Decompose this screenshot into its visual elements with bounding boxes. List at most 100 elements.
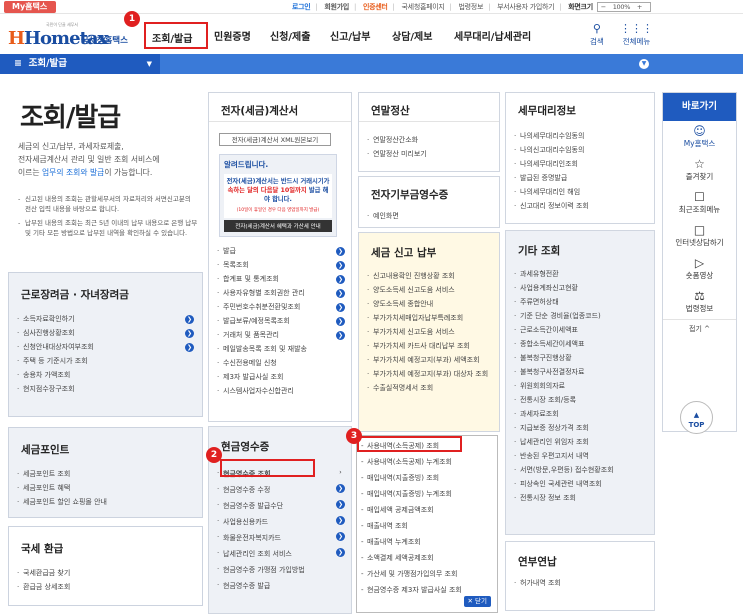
list-item[interactable]: 세금포인트 혜택 bbox=[9, 481, 202, 495]
fold-button[interactable]: 접기 ^ bbox=[663, 319, 736, 336]
list-item[interactable]: 불복청구사전결정자료 bbox=[506, 366, 654, 380]
list-item[interactable]: 양도소득세 신고도움 서비스 bbox=[359, 284, 499, 298]
penalty-guide-link[interactable]: 전자(세금)계산서 혜택과 가산세 안내 bbox=[224, 220, 332, 232]
list-item[interactable]: 근로소득간이세액표 bbox=[506, 324, 654, 338]
arrow-circle-icon[interactable]: ❯ bbox=[336, 275, 345, 284]
list-item[interactable]: 화물운전자복지카드❯ bbox=[209, 530, 351, 546]
quick-online-consult[interactable]: □ 인터넷상담하기 bbox=[663, 220, 736, 253]
list-item[interactable]: 주류면허상태 bbox=[506, 296, 654, 310]
all-menu-button[interactable]: ⋮⋮⋮ 전체메뉴 bbox=[620, 22, 653, 47]
list-item[interactable]: 과세자료조회 bbox=[506, 408, 654, 422]
list-item[interactable]: 부가가치세 신고도움 서비스 bbox=[359, 326, 499, 340]
submenu-item[interactable]: 매입내역(지출증빙) 조회 bbox=[357, 473, 497, 483]
list-item[interactable]: 사업용신용카드❯ bbox=[209, 514, 351, 530]
arrow-circle-icon[interactable]: ❯ bbox=[336, 516, 345, 525]
dept-user-signup-link[interactable]: 부서사용자 가입하기 bbox=[497, 3, 554, 11]
list-item[interactable]: 현금영수증 발급수단❯ bbox=[209, 498, 351, 514]
list-item[interactable]: 허가내역 조회 bbox=[506, 577, 654, 591]
quick-favorites[interactable]: ☆ 즐겨찾기 bbox=[663, 154, 736, 187]
arrow-circle-icon[interactable]: ❯ bbox=[336, 289, 345, 298]
list-item[interactable]: 현지점수장구조회 bbox=[9, 382, 202, 396]
quick-myhometax[interactable]: ☺ My홈택스 bbox=[663, 121, 736, 154]
arrow-circle-icon[interactable]: ❯ bbox=[336, 303, 345, 312]
submenu-item[interactable]: 매출내역 조회 bbox=[357, 521, 497, 531]
list-item[interactable]: 수출실적명세서 조회 bbox=[359, 382, 499, 396]
submenu-item[interactable]: 가산세 및 가맹점가입의무 조회 bbox=[357, 569, 497, 579]
list-item[interactable]: 연말정산 미리보기 bbox=[359, 148, 499, 162]
list-item[interactable]: 나의신고대리수임동의 bbox=[506, 144, 654, 158]
gnb-consult-report[interactable]: 상담/제보 bbox=[392, 28, 432, 43]
location-dropdown[interactable]: ≡ 조회/발급 ▼ bbox=[0, 54, 160, 74]
list-item[interactable]: 위원회회의자료 bbox=[506, 380, 654, 394]
list-item[interactable]: 거래처 및 품목관리❯ bbox=[209, 329, 351, 343]
list-item[interactable]: 세금포인트 할인 쇼핑몰 안내 bbox=[9, 495, 202, 509]
list-item[interactable]: 송용차 가액조회 bbox=[9, 368, 202, 382]
list-item[interactable]: 연말정산간소화 bbox=[359, 134, 499, 148]
arrow-circle-icon[interactable]: ❯ bbox=[336, 331, 345, 340]
list-item[interactable]: 세금포인트 조회 bbox=[9, 467, 202, 481]
list-item[interactable]: 제3자 발급사실 조회 bbox=[209, 371, 351, 385]
list-item[interactable]: 발급된 증명발급 bbox=[506, 172, 654, 186]
list-item[interactable]: 합계표 및 통계조회❯ bbox=[209, 273, 351, 287]
list-item[interactable]: 수신전용메일 신청 bbox=[209, 357, 351, 371]
list-item[interactable]: 사용자유형별 조회권한 관리❯ bbox=[209, 287, 351, 301]
plus-icon[interactable]: + bbox=[637, 3, 642, 11]
list-item[interactable]: 발급❯ bbox=[209, 245, 351, 259]
list-item[interactable]: 환급금 상세조회 bbox=[9, 580, 202, 594]
gnb-apply-submit[interactable]: 신청/제출 bbox=[270, 28, 310, 43]
gnb-tax-agent[interactable]: 세무대리/납세관리 bbox=[454, 28, 531, 43]
submenu-item[interactable]: 매입세액 공제금액조회 bbox=[357, 505, 497, 515]
list-item[interactable]: 발급보류/예정목록조회❯ bbox=[209, 315, 351, 329]
list-item[interactable]: 전통시장 정보 조회 bbox=[506, 492, 654, 506]
list-item[interactable]: 반송된 우편고지서 내역 bbox=[506, 450, 654, 464]
list-item[interactable]: 심사진행상황조회 bbox=[9, 326, 202, 340]
list-item[interactable]: 현금영수증 발급 bbox=[209, 578, 351, 594]
arrow-circle-icon[interactable]: ❯ bbox=[336, 484, 345, 493]
list-item[interactable]: 부가가치세 카드사 대리납부 조회 bbox=[359, 340, 499, 354]
arrow-circle-icon[interactable]: ❯ bbox=[336, 247, 345, 256]
expand-circle-icon[interactable]: ▼ bbox=[639, 59, 649, 69]
list-item[interactable]: 신고내용확인 진행상황 조회 bbox=[359, 270, 499, 284]
gnb-inquiry-issuance[interactable]: 조회/발급 bbox=[144, 22, 208, 49]
nts-homepage-link[interactable]: 국세청홈페이지 bbox=[402, 3, 445, 11]
list-item[interactable]: 예인화면 bbox=[359, 210, 499, 224]
list-item[interactable]: 시스템사업자수신합관리 bbox=[209, 385, 351, 399]
list-item[interactable]: 전통시장 조회/등록 bbox=[506, 394, 654, 408]
list-item[interactable]: 부가가치세매입자납부특례조회 bbox=[359, 312, 499, 326]
signup-link[interactable]: 회원가입 bbox=[324, 3, 349, 11]
list-item[interactable]: 나의세무대리수임동의 bbox=[506, 130, 654, 144]
search-button[interactable]: ⚲ 검색 bbox=[590, 22, 604, 47]
list-item[interactable]: 부가가치세 예정고지(부과) 세액조회 bbox=[359, 354, 499, 368]
submenu-item[interactable]: 사용내역(소득공제) 누계조회 bbox=[357, 457, 497, 467]
list-item[interactable]: 메일발송목록 조회 및 재발송 bbox=[209, 343, 351, 357]
list-item[interactable]: 서면(방문,우편등) 접수현황조회 bbox=[506, 464, 654, 478]
list-item[interactable]: 주택 등 기준시가 조회 bbox=[9, 354, 202, 368]
submenu-item[interactable]: 매입내역(지출증빙) 누계조회 bbox=[357, 489, 497, 499]
hometax-logo[interactable]: 국민이 단골 세무서 HHometax 국세청홈택스 bbox=[8, 22, 143, 49]
cert-center-link[interactable]: 인증센터 bbox=[363, 3, 388, 11]
list-item[interactable]: 기준 단순 경비율(업종코드) bbox=[506, 310, 654, 324]
arrow-circle-icon[interactable]: ❯ bbox=[185, 343, 194, 352]
arrow-circle-icon[interactable]: ❯ bbox=[336, 500, 345, 509]
arrow-circle-icon[interactable]: ❯ bbox=[336, 317, 345, 326]
quick-law-info[interactable]: ⚖ 법령정보 bbox=[663, 286, 736, 319]
gnb-report-pay[interactable]: 신고/납부 bbox=[330, 28, 370, 43]
arrow-circle-icon[interactable]: ❯ bbox=[336, 532, 345, 541]
list-item[interactable]: 종합소득세간이세액표 bbox=[506, 338, 654, 352]
law-info-link[interactable]: 법령정보 bbox=[459, 3, 484, 11]
list-item[interactable]: 현금영수증 수정❯ bbox=[209, 482, 351, 498]
list-item[interactable]: 목록조회❯ bbox=[209, 259, 351, 273]
scroll-top-button[interactable]: ▲ TOP bbox=[680, 401, 713, 434]
arrow-circle-icon[interactable]: ❯ bbox=[185, 315, 194, 324]
list-item[interactable]: 나의세무대리인 해임 bbox=[506, 186, 654, 200]
list-item[interactable]: 현금영수증 가맹점 가입방법 bbox=[209, 562, 351, 578]
list-item[interactable]: 지급보증 정상가격 조회 bbox=[506, 422, 654, 436]
quick-shortform-video[interactable]: ▷ 숏폼영상 bbox=[663, 253, 736, 286]
submenu-item[interactable]: 매출내역 누계조회 bbox=[357, 537, 497, 547]
list-item[interactable]: 납세관리인 조회 서비스❯ bbox=[209, 546, 351, 562]
submenu-item[interactable]: 현금영수증 제3자 발급사실 조회 bbox=[357, 585, 497, 595]
list-item[interactable]: 부가가치세 예정고지(부과) 대상자 조회 bbox=[359, 368, 499, 382]
xml-view-button[interactable]: 전자(세금)계산서 XML원본보기 bbox=[219, 133, 331, 146]
list-item[interactable]: 납세관리인 위임자 조회 bbox=[506, 436, 654, 450]
list-item[interactable]: 양도소득세 종합안내 bbox=[359, 298, 499, 312]
